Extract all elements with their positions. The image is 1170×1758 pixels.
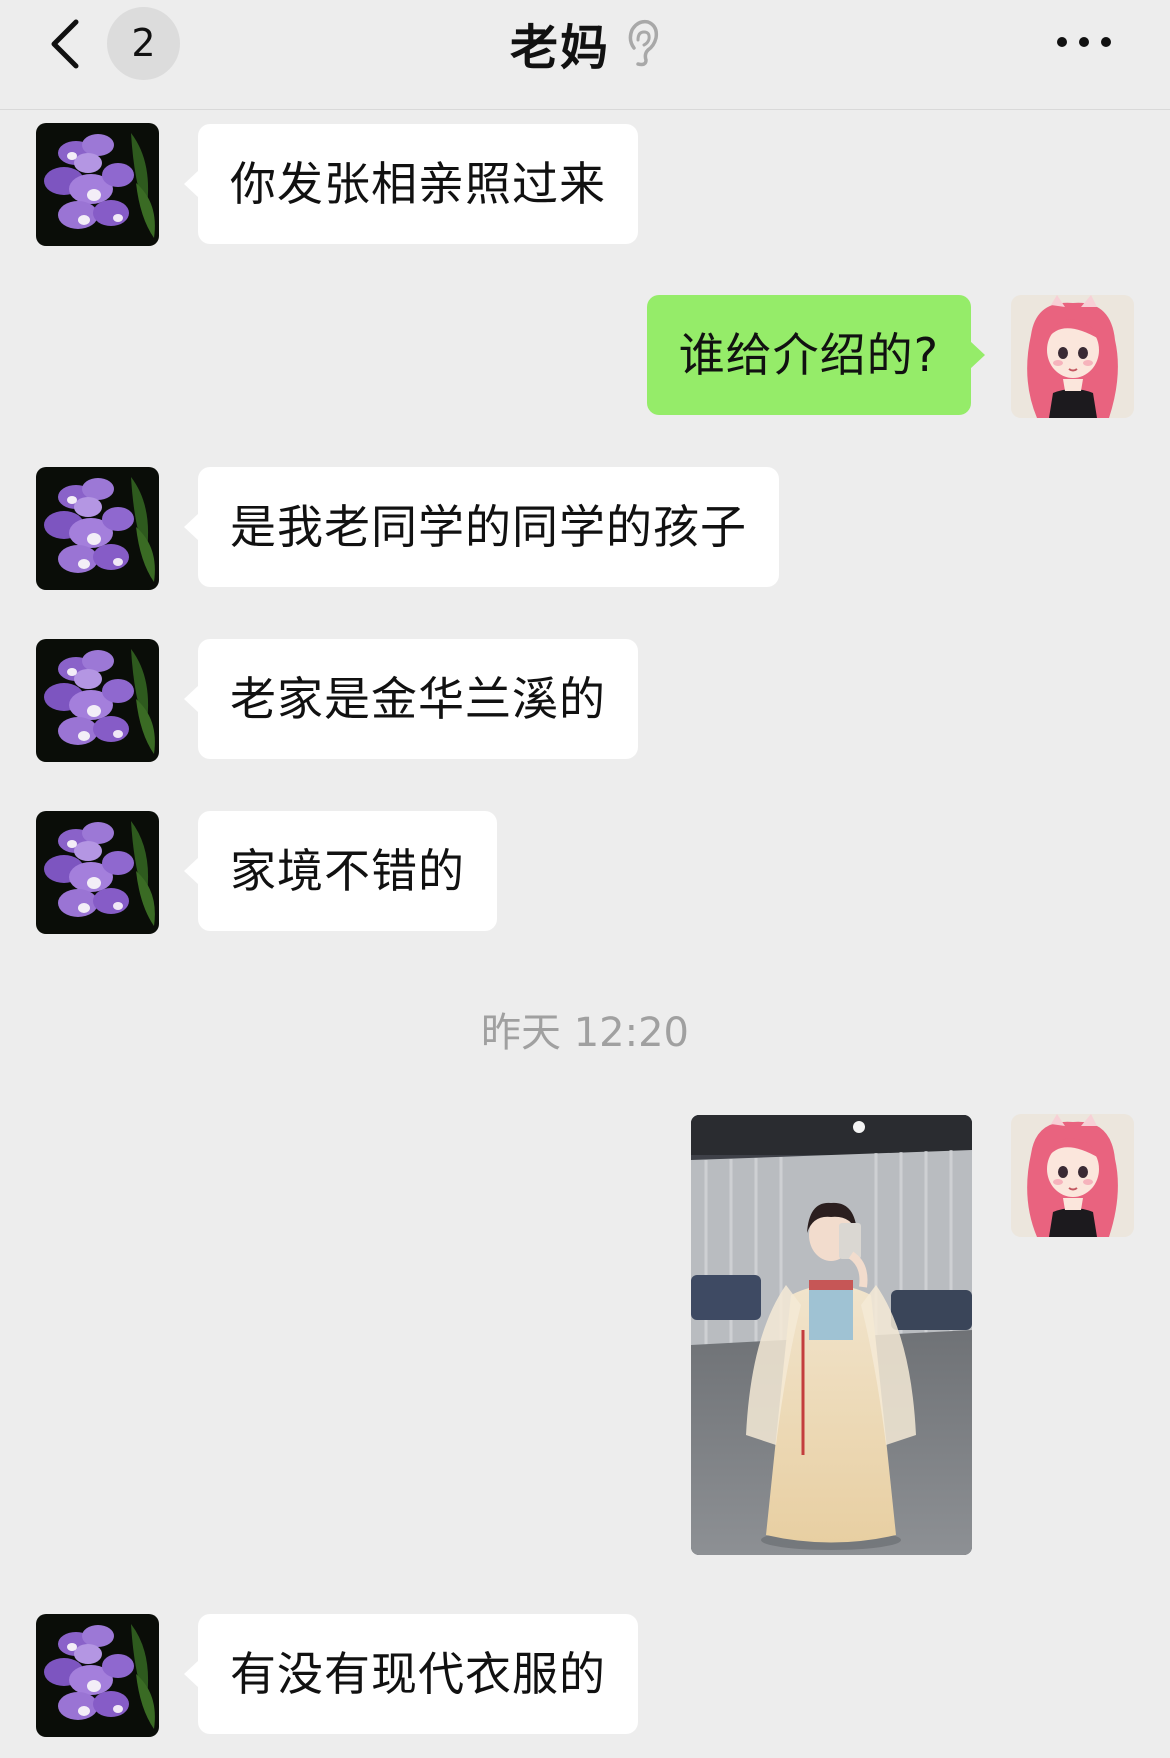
message-bubble-incoming[interactable]: 你发张相亲照过来 xyxy=(184,124,638,244)
chat-title: 老妈 xyxy=(509,20,610,76)
message-bubble-incoming[interactable]: 家境不错的 xyxy=(184,811,497,931)
message-bubble-outgoing[interactable]: 谁给介绍的? xyxy=(646,295,986,415)
chat-screen: 2 老妈 你发张相亲照过来 谁给介绍的? 是我老同学的同学的孩子 老家是金华兰溪… xyxy=(0,0,1170,1758)
message-bubble-incoming[interactable]: 是我老同学的同学的孩子 xyxy=(184,467,779,587)
purple-orchid-avatar[interactable] xyxy=(36,467,159,590)
purple-orchid-avatar[interactable] xyxy=(36,811,159,934)
message-timestamp: 昨天 12:20 xyxy=(481,1010,689,1056)
message-bubble-incoming[interactable]: 有没有现代衣服的 xyxy=(184,1614,638,1734)
message-bubble-incoming[interactable]: 老家是金华兰溪的 xyxy=(184,639,638,759)
purple-orchid-avatar[interactable] xyxy=(36,123,159,246)
title-area: 老妈 xyxy=(0,8,1170,78)
pink-hair-girl-avatar[interactable] xyxy=(1011,1114,1134,1237)
pink-hair-girl-avatar[interactable] xyxy=(1011,295,1134,418)
purple-orchid-avatar[interactable] xyxy=(36,639,159,762)
chat-header: 2 老妈 xyxy=(0,0,1170,110)
image-message[interactable] xyxy=(691,1115,972,1555)
photo-of-girl-in-hanfu xyxy=(691,1115,972,1555)
purple-orchid-avatar[interactable] xyxy=(36,1614,159,1737)
ear-icon xyxy=(628,19,659,67)
more-dots-icon[interactable] xyxy=(1054,32,1114,52)
